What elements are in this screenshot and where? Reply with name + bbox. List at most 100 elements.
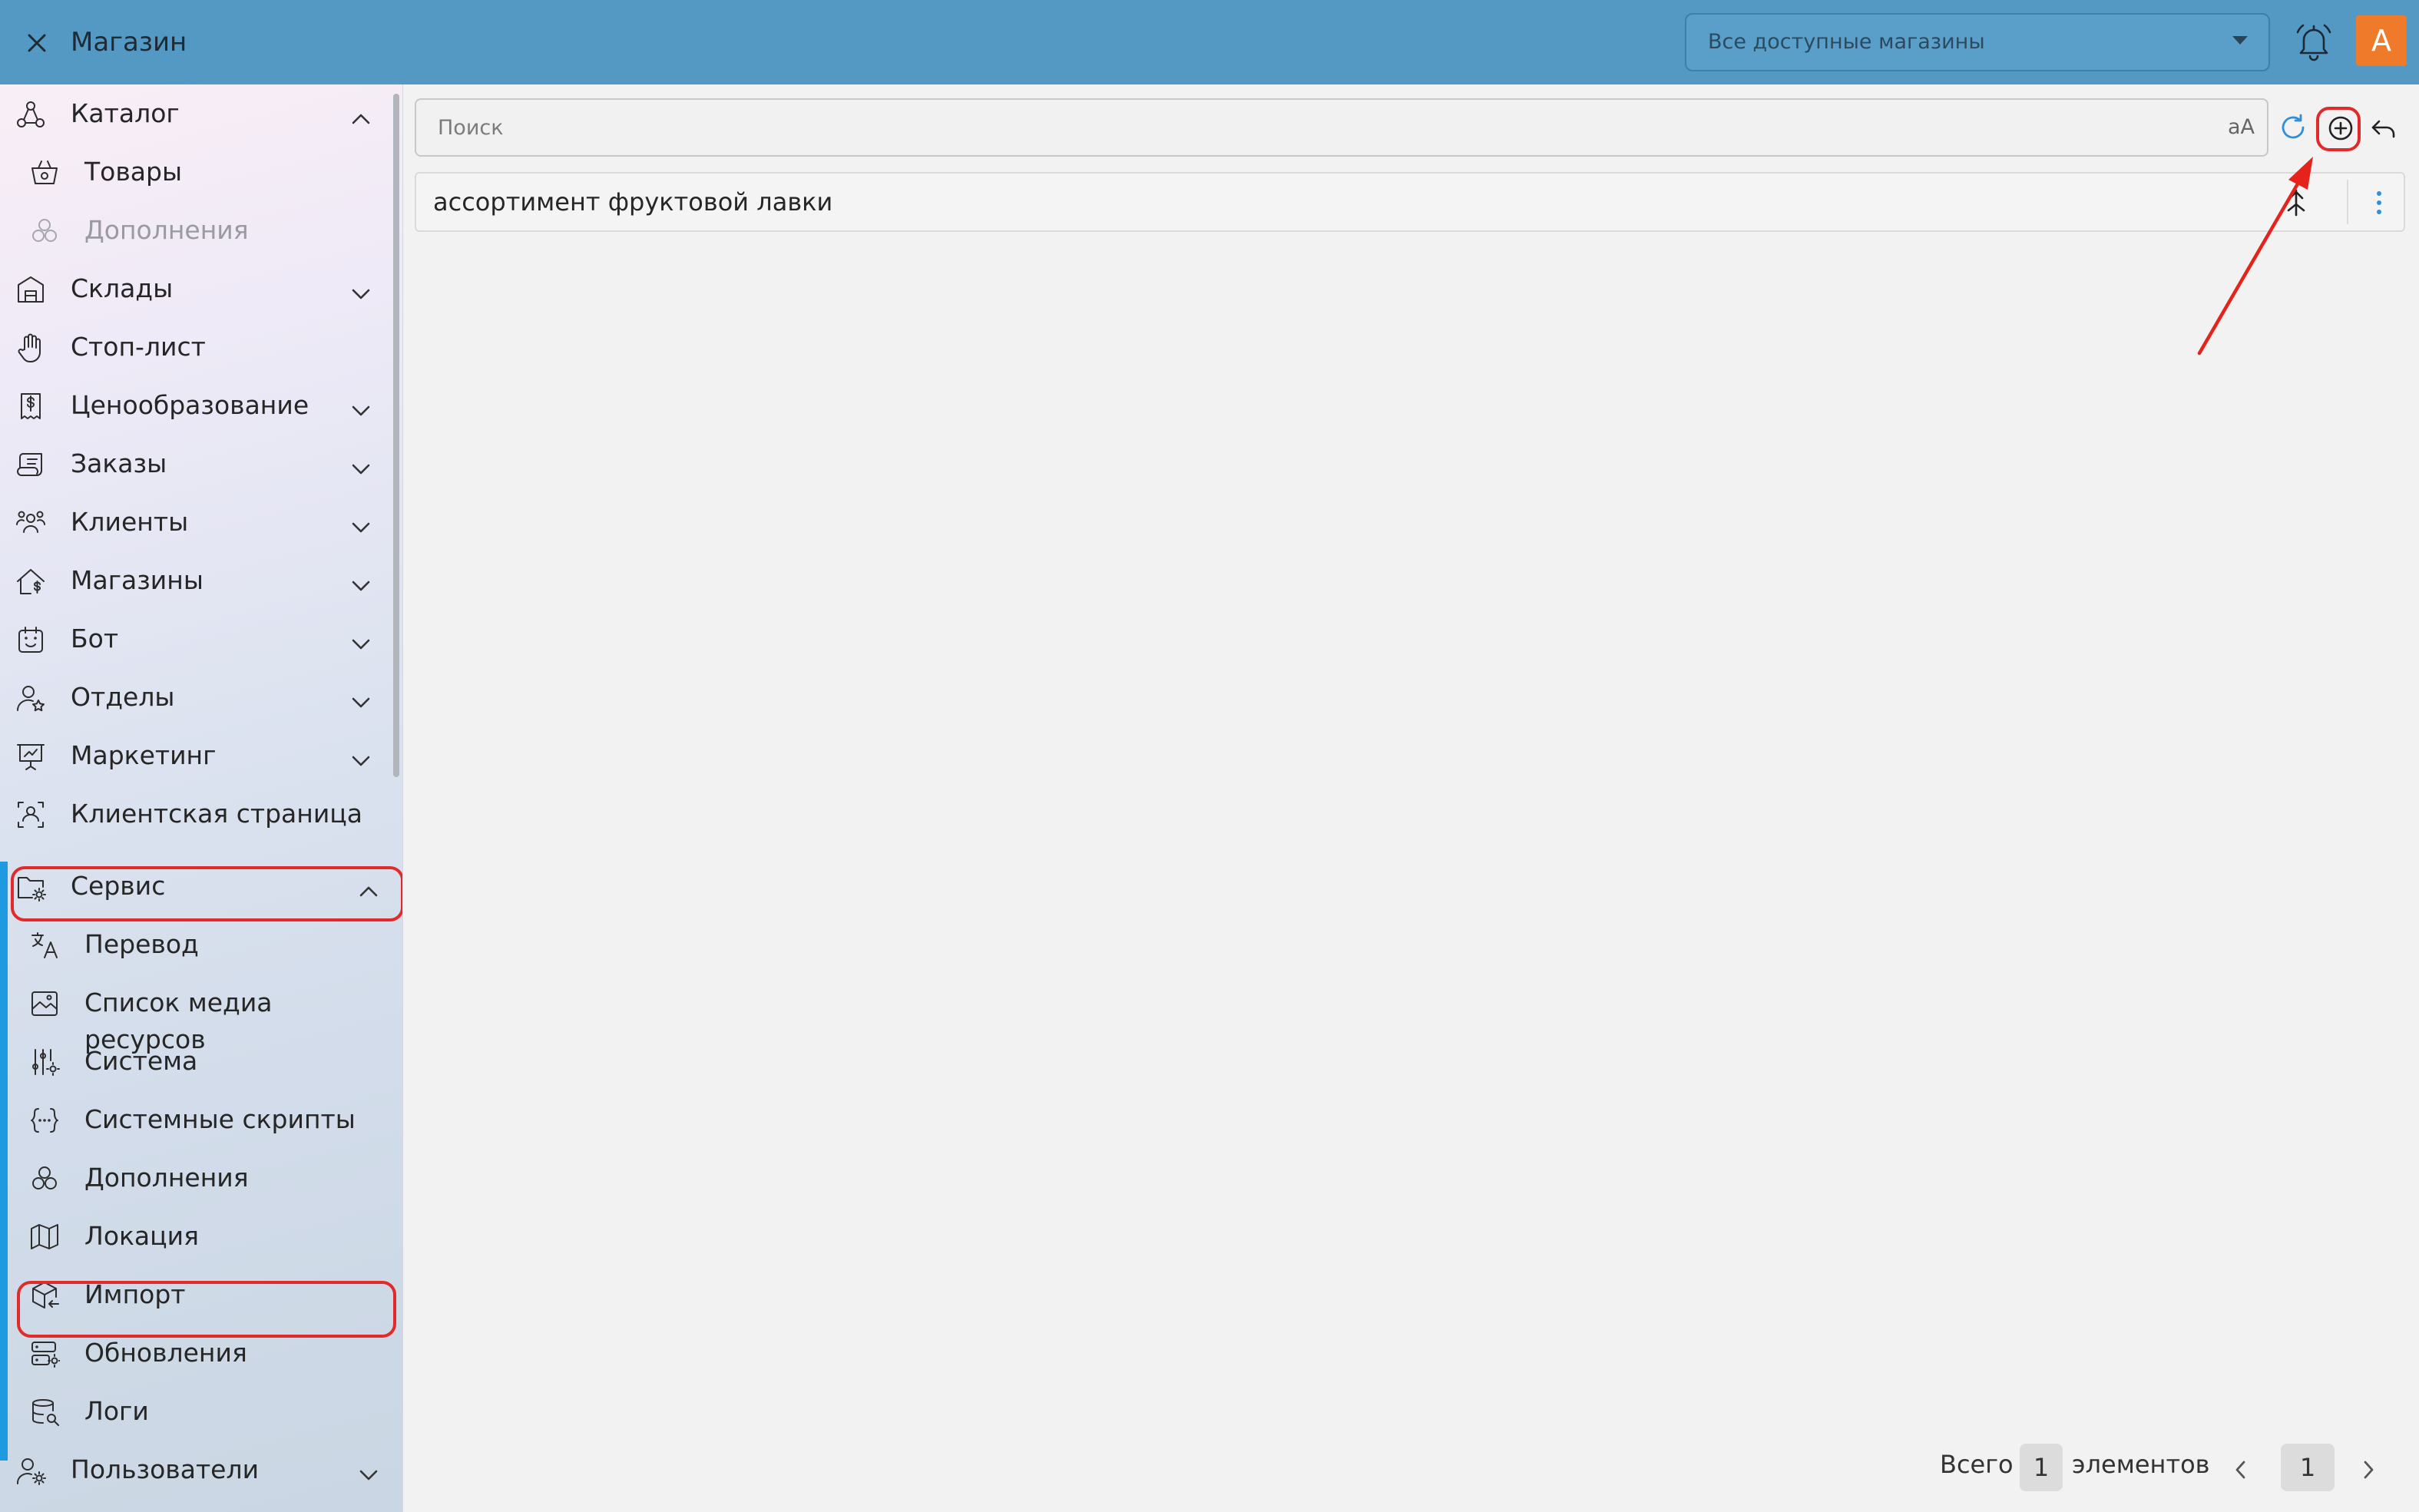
sidebar-item-media-list[interactable]: Список медиа ресурсов — [0, 974, 393, 1054]
hand-stop-icon — [15, 333, 46, 363]
caret-down-icon — [2232, 35, 2249, 49]
updates-server-icon — [29, 1338, 61, 1369]
store-select[interactable]: Все доступные магазины — [1685, 13, 2270, 71]
sidebar-item-location[interactable]: Локация — [0, 1207, 393, 1266]
users-settings-icon — [15, 1455, 46, 1486]
chevron-down-icon[interactable] — [350, 630, 372, 650]
translate-icon — [29, 930, 60, 961]
bell-icon[interactable] — [2295, 22, 2333, 65]
sidebar-item-users[interactable]: Пользователи — [0, 1441, 393, 1499]
sidebar-item-stores[interactable]: Магазины — [0, 551, 393, 610]
sidebar-item-translate[interactable]: Перевод — [0, 915, 393, 974]
sidebar-item-label: Товары — [84, 157, 183, 187]
sidebar-item-catalog-addons[interactable]: Дополнения — [0, 201, 393, 260]
sidebar-item-import[interactable]: Импорт — [0, 1266, 393, 1324]
sidebar-item-label: Стоп-лист — [71, 332, 206, 362]
sidebar-item-label: Логи — [84, 1396, 149, 1426]
pagination-items-label: элементов — [2072, 1450, 2210, 1479]
sidebar-item-logs[interactable]: Логи — [0, 1382, 393, 1441]
chevron-down-icon[interactable] — [350, 396, 372, 416]
top-bar: Магазин Все доступные магазины А — [0, 0, 2419, 84]
chevron-down-icon[interactable] — [358, 1461, 379, 1481]
sidebar-item-service[interactable]: Сервис — [0, 857, 393, 915]
addons-icon — [29, 216, 60, 246]
orders-icon — [15, 449, 46, 480]
avatar[interactable]: А — [2356, 15, 2407, 66]
sidebar-item-stop-list[interactable]: Стоп-лист — [0, 318, 393, 376]
sidebar-scrollbar[interactable] — [393, 94, 399, 777]
sidebar-item-clients[interactable]: Клиенты — [0, 493, 393, 551]
sidebar-item-label: Магазины — [71, 565, 204, 595]
sidebar-item-bot[interactable]: Бот — [0, 610, 393, 668]
sidebar-item-label: Бот — [71, 624, 119, 653]
expand-collapse-icon[interactable] — [2282, 187, 2310, 221]
addons-icon — [29, 1163, 60, 1194]
sidebar-item-label: Системные скрипты — [84, 1104, 356, 1134]
sidebar-item-system-scripts[interactable]: Системные скрипты — [0, 1090, 393, 1149]
chevron-down-icon[interactable] — [350, 571, 372, 591]
sidebar-item-label: Заказы — [71, 448, 167, 478]
map-icon — [29, 1222, 60, 1252]
sidebar-item-label: Клиенты — [71, 507, 189, 537]
chevron-down-icon[interactable] — [350, 455, 372, 475]
search-input[interactable] — [416, 100, 2182, 155]
media-icon — [29, 988, 60, 1019]
pagination-total-label: Всего — [1940, 1450, 2014, 1479]
sidebar-item-label: Обновления — [84, 1338, 247, 1368]
sidebar-item-orders[interactable]: Заказы — [0, 435, 393, 493]
sidebar-item-client-page[interactable]: Клиентская страница — [0, 785, 393, 843]
departments-icon — [15, 683, 46, 713]
list-item-title: ассортимент фруктовой лавки — [433, 187, 833, 217]
sidebar-item-catalog[interactable]: Каталог — [0, 84, 393, 143]
client-page-icon — [15, 799, 46, 830]
search-box: aA — [415, 98, 2268, 157]
logs-database-icon — [29, 1397, 60, 1428]
add-button[interactable] — [2325, 113, 2356, 147]
sidebar-item-marketing[interactable]: Маркетинг — [0, 726, 393, 785]
import-box-icon — [29, 1280, 60, 1311]
service-folder-icon — [15, 872, 46, 902]
sidebar-item-label: Каталог — [71, 98, 180, 128]
sidebar-item-label: Импорт — [84, 1279, 186, 1309]
case-sensitive-toggle[interactable]: aA — [2228, 115, 2255, 139]
sidebar-item-products[interactable]: Товары — [0, 143, 393, 201]
sidebar-item-updates[interactable]: Обновления — [0, 1324, 393, 1382]
sidebar-item-label: Локация — [84, 1221, 199, 1251]
basket-icon — [29, 157, 60, 188]
chevron-down-icon[interactable] — [350, 746, 372, 766]
sidebar-item-label: Отделы — [71, 682, 175, 712]
sidebar-item-label: Система — [84, 1046, 198, 1076]
pagination-total-count: 1 — [2020, 1444, 2063, 1491]
store-select-value: Все доступные магазины — [1708, 30, 1985, 54]
marketing-icon — [15, 741, 46, 772]
sliders-icon — [29, 1047, 60, 1077]
chevron-down-icon[interactable] — [350, 688, 372, 708]
chevron-down-icon[interactable] — [350, 513, 372, 533]
chevron-down-icon[interactable] — [350, 280, 372, 299]
sidebar-item-departments[interactable]: Отделы — [0, 668, 393, 726]
sidebar-item-warehouses[interactable]: Склады — [0, 260, 393, 318]
chevron-left-icon[interactable] — [2232, 1457, 2250, 1487]
close-icon[interactable] — [20, 26, 54, 60]
undo-back-icon[interactable] — [2368, 114, 2399, 147]
chevron-up-icon[interactable] — [358, 877, 379, 897]
sidebar-item-label: Ценообразование — [71, 390, 309, 420]
sidebar-item-label: Маркетинг — [71, 740, 217, 770]
sidebar-item-label: Дополнения — [84, 215, 249, 245]
refresh-icon[interactable] — [2278, 112, 2308, 146]
sidebar-item-label: Склады — [71, 273, 174, 303]
more-vertical-icon[interactable] — [2371, 187, 2387, 221]
sidebar-item-service-addons[interactable]: Дополнения — [0, 1149, 393, 1207]
app-title: Магазин — [71, 27, 187, 58]
chevron-up-icon[interactable] — [350, 104, 372, 124]
price-receipt-icon — [15, 391, 46, 422]
sidebar-item-system[interactable]: Система — [0, 1032, 393, 1090]
row-divider — [2347, 180, 2348, 224]
pagination-current-page[interactable]: 1 — [2281, 1444, 2335, 1491]
scripts-icon — [29, 1105, 60, 1136]
sidebar-item-pricing[interactable]: Ценообразование — [0, 376, 393, 435]
list-item[interactable]: ассортимент фруктовой лавки — [415, 172, 2405, 232]
sidebar-item-label: Сервис — [71, 871, 166, 901]
clients-icon — [15, 508, 46, 538]
chevron-right-icon[interactable] — [2359, 1457, 2378, 1487]
